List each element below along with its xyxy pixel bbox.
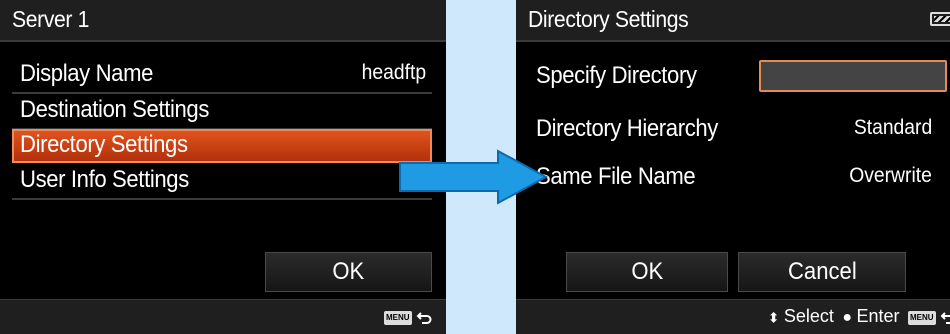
ok-button[interactable]: OK	[265, 252, 432, 292]
directory-settings-screen: Directory Settings Specify Directory Dir…	[516, 0, 950, 334]
menu-button-icon: MENU	[907, 310, 936, 325]
right-arrow-icon	[399, 149, 549, 205]
menu-item-value: headftp	[361, 61, 426, 84]
menu-button-icon: MENU	[383, 310, 412, 325]
battery-icon	[930, 12, 950, 26]
menu-item-directory-settings[interactable]: Directory Settings	[12, 129, 432, 163]
cancel-button[interactable]: Cancel	[738, 252, 906, 292]
ok-button[interactable]: OK	[566, 252, 728, 292]
menu-item-value: Standard	[853, 116, 932, 139]
menu-item-destination-settings[interactable]: Destination Settings	[12, 94, 432, 130]
menu-item-label: Directory Settings	[20, 131, 188, 158]
return-arrow-icon	[940, 312, 950, 324]
cancel-button-label: Cancel	[787, 258, 857, 285]
screen-title: Directory Settings	[528, 6, 689, 32]
footer-bar: MENU	[0, 299, 446, 334]
menu-item-value: Overwrite	[849, 164, 932, 187]
ok-button-label: OK	[332, 258, 365, 285]
menu-item-user-info-settings[interactable]: User Info Settings	[12, 164, 432, 200]
enter-hint: Enter	[856, 306, 900, 326]
title-bar: Directory Settings	[516, 0, 950, 42]
menu-item-label: Same File Name	[536, 163, 696, 190]
server-settings-screen: Server 1 Display Name headftp Destinatio…	[0, 0, 446, 334]
select-hint: Select	[783, 306, 834, 326]
footer-bar: ⬍ Select ● Enter MENU	[516, 299, 950, 334]
center-button-icon: ●	[842, 308, 853, 326]
menu-item-label: Destination Settings	[20, 96, 210, 123]
up-down-icon: ⬍	[767, 309, 780, 326]
screen-title: Server 1	[12, 6, 90, 32]
menu-item-label: Specify Directory	[536, 62, 697, 89]
menu-item-same-file-name[interactable]: Same File Name Overwrite	[528, 161, 938, 195]
menu-item-label: Directory Hierarchy	[536, 115, 718, 142]
return-arrow-icon	[416, 312, 432, 324]
menu-item-directory-hierarchy[interactable]: Directory Hierarchy Standard	[528, 113, 938, 147]
menu-item-display-name[interactable]: Display Name headftp	[12, 58, 432, 94]
title-bar: Server 1	[0, 0, 446, 42]
menu-item-label: Display Name	[20, 60, 154, 87]
back-hint[interactable]: MENU	[383, 309, 432, 327]
menu-item-label: User Info Settings	[20, 166, 189, 193]
directory-input[interactable]	[759, 60, 947, 92]
footer-hints: ⬍ Select ● Enter MENU	[768, 306, 950, 327]
ok-button-label: OK	[631, 258, 663, 285]
